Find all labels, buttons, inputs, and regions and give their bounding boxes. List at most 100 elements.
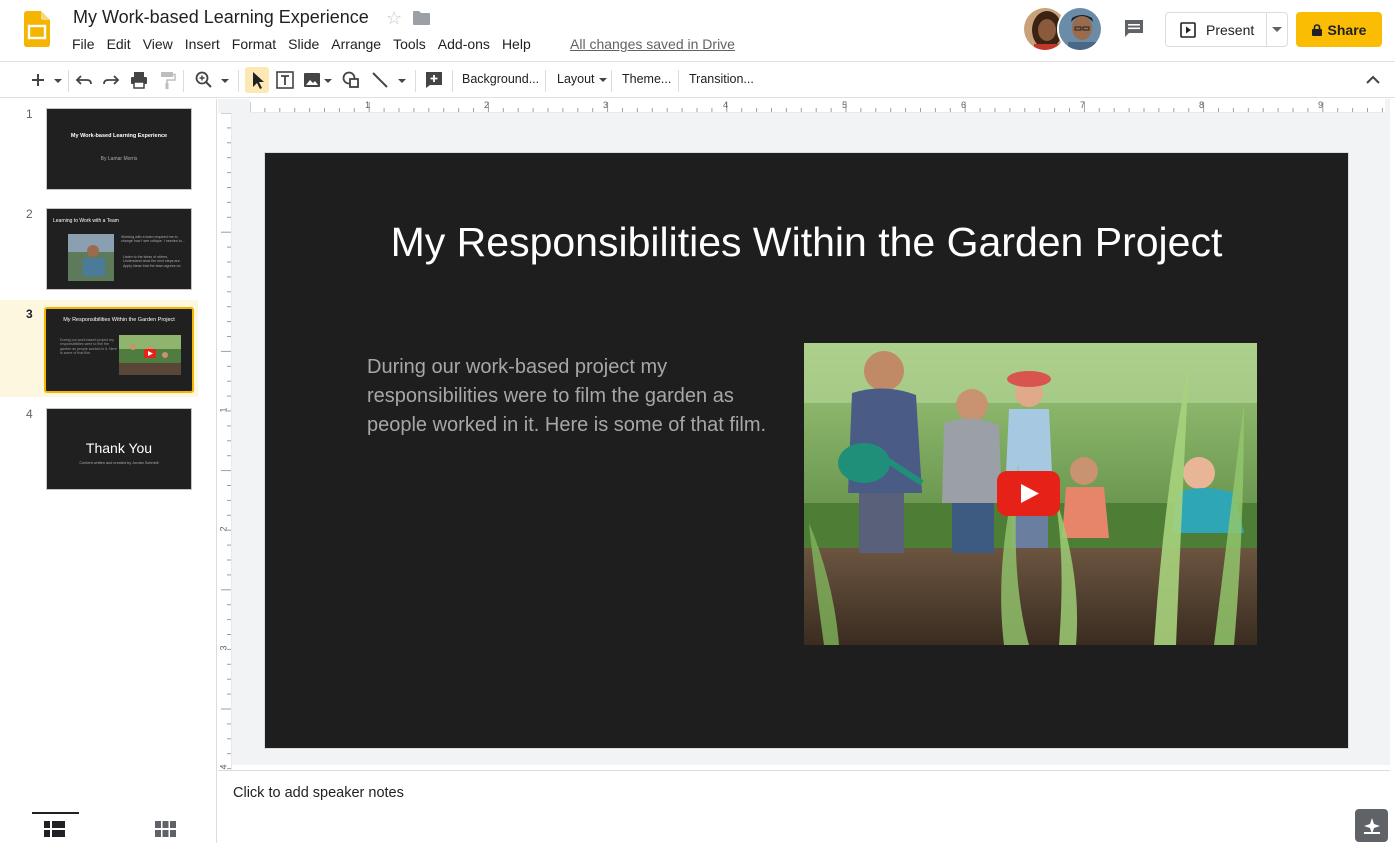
menu-slide[interactable]: Slide (282, 35, 325, 55)
toolbar-separator (68, 70, 69, 92)
avatar-collaborator-2[interactable] (1057, 6, 1103, 52)
ruler-label: 2 (484, 100, 490, 110)
embedded-video[interactable] (804, 343, 1257, 645)
ruler-label: 3 (218, 645, 229, 651)
ruler-label: 1 (365, 100, 371, 110)
line-icon[interactable] (370, 70, 390, 90)
thumb-title: My Responsibilities Within the Garden Pr… (63, 317, 175, 323)
toolbar-separator (183, 70, 184, 92)
filmstrip-view-switch (0, 812, 217, 843)
transition-button[interactable]: Transition... (689, 72, 754, 86)
new-slide-dropdown-icon[interactable] (52, 70, 64, 90)
ruler-ticks (250, 102, 1383, 112)
add-comment-icon[interactable] (424, 70, 444, 90)
print-icon[interactable] (129, 70, 149, 90)
ruler-label: 5 (842, 100, 848, 110)
slide-number: 1 (26, 107, 33, 121)
slide-thumbnail-2[interactable]: Learning to Work with a Team Working wit… (46, 208, 192, 290)
slide-number: 3 (26, 307, 33, 321)
play-icon[interactable] (997, 471, 1060, 516)
ruler-label: 2 (218, 526, 229, 532)
document-title[interactable]: My Work-based Learning Experience (73, 7, 369, 28)
paint-format-icon[interactable] (157, 70, 177, 90)
present-button-group: Present (1165, 12, 1288, 47)
ruler-label: 8 (1199, 100, 1205, 110)
new-slide-icon[interactable] (28, 70, 48, 90)
menu-edit[interactable]: Edit (101, 35, 137, 55)
slide-number: 2 (26, 207, 33, 221)
filmstrip-view-icon[interactable] (44, 821, 65, 837)
menu-format[interactable]: Format (226, 35, 282, 55)
thumb-body: Working with a team required me to chang… (121, 235, 185, 244)
ruler-label: 6 (961, 100, 967, 110)
share-label: Share (1327, 21, 1367, 38)
star-icon[interactable]: ☆ (386, 8, 402, 29)
theme-button[interactable]: Theme... (622, 72, 671, 86)
menu-insert[interactable]: Insert (179, 35, 226, 55)
lock-icon (1311, 23, 1322, 36)
slide-thumbnail-1[interactable]: My Work-based Learning Experience By Lam… (46, 108, 192, 190)
slide-filmstrip: 1 My Work-based Learning Experience By L… (0, 99, 217, 843)
shape-icon[interactable] (341, 70, 361, 90)
toolbar-separator (452, 70, 453, 92)
present-label: Present (1206, 21, 1255, 38)
slide-thumbnail-3[interactable]: My Responsibilities Within the Garden Pr… (44, 307, 194, 393)
thumb-subtitle: By Lamar Morris (100, 156, 138, 162)
menu-arrange[interactable]: Arrange (325, 35, 387, 55)
header: My Work-based Learning Experience ☆ File… (0, 0, 1395, 60)
horizontal-ruler[interactable]: 1 2 3 4 5 6 7 8 9 (250, 99, 1385, 113)
explore-button[interactable] (1355, 809, 1388, 842)
undo-icon[interactable] (74, 70, 94, 90)
vertical-ruler[interactable]: 1 2 3 4 (218, 113, 232, 843)
zoom-dropdown-icon[interactable] (219, 70, 231, 90)
present-icon (1180, 21, 1196, 38)
current-slide[interactable]: My Responsibilities Within the Garden Pr… (265, 153, 1348, 748)
thumb-video (119, 335, 181, 375)
layout-label: Layout (557, 72, 595, 86)
comment-icon[interactable] (1123, 18, 1145, 40)
explore-icon (1363, 817, 1380, 834)
speaker-notes-placeholder[interactable]: Click to add speaker notes (233, 785, 404, 801)
menu-add-ons[interactable]: Add-ons (432, 35, 496, 55)
collapse-toolbar-icon[interactable] (1363, 70, 1383, 90)
menu-file[interactable]: File (66, 35, 101, 55)
chevron-down-icon (1272, 26, 1283, 32)
toolbar-separator (238, 70, 239, 92)
text-box-icon[interactable] (275, 70, 295, 90)
ruler-label: 4 (723, 100, 729, 110)
present-button[interactable]: Present (1166, 13, 1268, 46)
folder-icon[interactable] (413, 11, 430, 25)
toolbar-separator (545, 70, 546, 92)
ruler-ticks (221, 113, 231, 829)
slides-logo-icon[interactable] (24, 11, 50, 47)
zoom-icon[interactable] (194, 70, 214, 90)
slide-body-text[interactable]: During our work-based project my respons… (367, 353, 797, 440)
menu-view[interactable]: View (137, 35, 179, 55)
background-button[interactable]: Background... (462, 72, 539, 86)
thumb-bullet: Apply ideas that the team agrees on. (123, 263, 182, 268)
select-tool-button[interactable] (245, 67, 269, 93)
menu-bar: File Edit View Insert Format Slide Arran… (66, 35, 537, 55)
active-view-indicator (32, 812, 79, 814)
thumb-bullets: Listen to the ideas of others. Understan… (123, 255, 185, 268)
image-icon[interactable] (302, 70, 322, 90)
toolbar-separator (678, 70, 679, 92)
thumb-title: Learning to Work with a Team (53, 218, 119, 224)
toolbar-separator (611, 70, 612, 92)
share-button[interactable]: Share (1296, 12, 1382, 47)
menu-tools[interactable]: Tools (387, 35, 432, 55)
redo-icon[interactable] (101, 70, 121, 90)
line-dropdown-icon[interactable] (396, 70, 408, 90)
slide-title[interactable]: My Responsibilities Within the Garden Pr… (265, 219, 1348, 266)
thumb-subtitle: Content written and created by Jordan Sc… (79, 461, 159, 465)
menu-help[interactable]: Help (496, 35, 537, 55)
save-status-link[interactable]: All changes saved in Drive (570, 36, 735, 52)
present-dropdown-button[interactable] (1267, 13, 1287, 46)
layout-button[interactable]: Layout (557, 72, 608, 86)
grid-view-icon[interactable] (155, 821, 176, 837)
thumb-title: Thank You (85, 440, 153, 456)
image-dropdown-icon[interactable] (322, 70, 334, 90)
speaker-notes[interactable]: Click to add speaker notes (218, 770, 1390, 843)
slide-thumbnail-4[interactable]: Thank You Content written and created by… (46, 408, 192, 490)
ruler-label: 4 (218, 764, 229, 770)
